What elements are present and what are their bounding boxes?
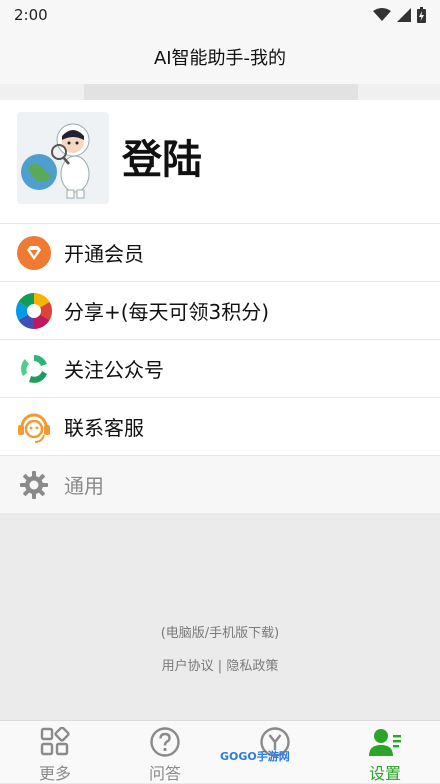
menu-item-general[interactable]: 通用 bbox=[0, 456, 440, 514]
profile-card[interactable]: 登陆 bbox=[0, 100, 440, 224]
avatar[interactable] bbox=[17, 112, 109, 204]
menu-label-general: 通用 bbox=[64, 474, 104, 498]
footer-links: (电脑版/手机版下载) 用户协议 | 隐私政策 bbox=[0, 622, 440, 674]
page-title: AI智能助手-我的 bbox=[153, 48, 287, 69]
legal-separator: | bbox=[217, 659, 223, 674]
share-aperture-icon bbox=[16, 292, 52, 329]
user-settings-icon bbox=[368, 725, 402, 759]
login-label[interactable]: 登陆 bbox=[122, 132, 202, 188]
question-icon bbox=[148, 725, 182, 759]
gear-icon bbox=[16, 467, 52, 503]
status-icons bbox=[373, 7, 426, 23]
settings-menu: 开通会员 分享+(每天可领3积分) 关注公众号 联系客服 通用 bbox=[0, 224, 440, 514]
vip-gem-icon bbox=[16, 235, 52, 271]
title-bar: AI智能助手-我的 bbox=[0, 30, 440, 84]
nav-item-settings[interactable]: 设置 bbox=[330, 721, 440, 784]
menu-item-vip[interactable]: 开通会员 bbox=[0, 224, 440, 282]
menu-label-official-account: 关注公众号 bbox=[64, 358, 164, 382]
status-bar: 2:00 bbox=[0, 0, 440, 30]
nav-item-more[interactable]: 更多 bbox=[0, 721, 110, 784]
nav-label-settings: 设置 bbox=[368, 764, 401, 783]
menu-item-official-account[interactable]: 关注公众号 bbox=[0, 340, 440, 398]
download-link[interactable]: (电脑版/手机版下载) bbox=[0, 622, 440, 641]
tab-strip-indicator bbox=[84, 84, 358, 100]
menu-item-share[interactable]: 分享+(每天可领3积分) bbox=[0, 282, 440, 340]
user-agreement-link[interactable]: 用户协议 bbox=[162, 659, 214, 674]
status-time: 2:00 bbox=[14, 6, 48, 24]
menu-label-vip: 开通会员 bbox=[64, 242, 144, 266]
site-watermark: GOGO手游网 bbox=[220, 750, 290, 763]
nav-item-qa[interactable]: 问答 bbox=[110, 721, 220, 784]
menu-label-customer-service: 联系客服 bbox=[64, 416, 144, 440]
wifi-icon bbox=[373, 8, 391, 21]
legal-links: 用户协议 | 隐私政策 bbox=[0, 655, 440, 674]
tab-strip bbox=[0, 84, 440, 100]
astronaut-avatar-icon bbox=[17, 112, 109, 204]
battery-icon bbox=[417, 7, 426, 23]
signal-icon bbox=[397, 8, 411, 22]
privacy-policy-link[interactable]: 隐私政策 bbox=[226, 659, 278, 674]
menu-item-customer-service[interactable]: 联系客服 bbox=[0, 398, 440, 456]
grid-icon bbox=[38, 725, 72, 759]
nav-label-more: 更多 bbox=[38, 764, 71, 783]
wechat-official-icon bbox=[16, 351, 52, 387]
nav-label-qa: 问答 bbox=[148, 764, 181, 783]
menu-label-share: 分享+(每天可领3积分) bbox=[64, 300, 270, 324]
customer-service-icon bbox=[16, 409, 52, 445]
